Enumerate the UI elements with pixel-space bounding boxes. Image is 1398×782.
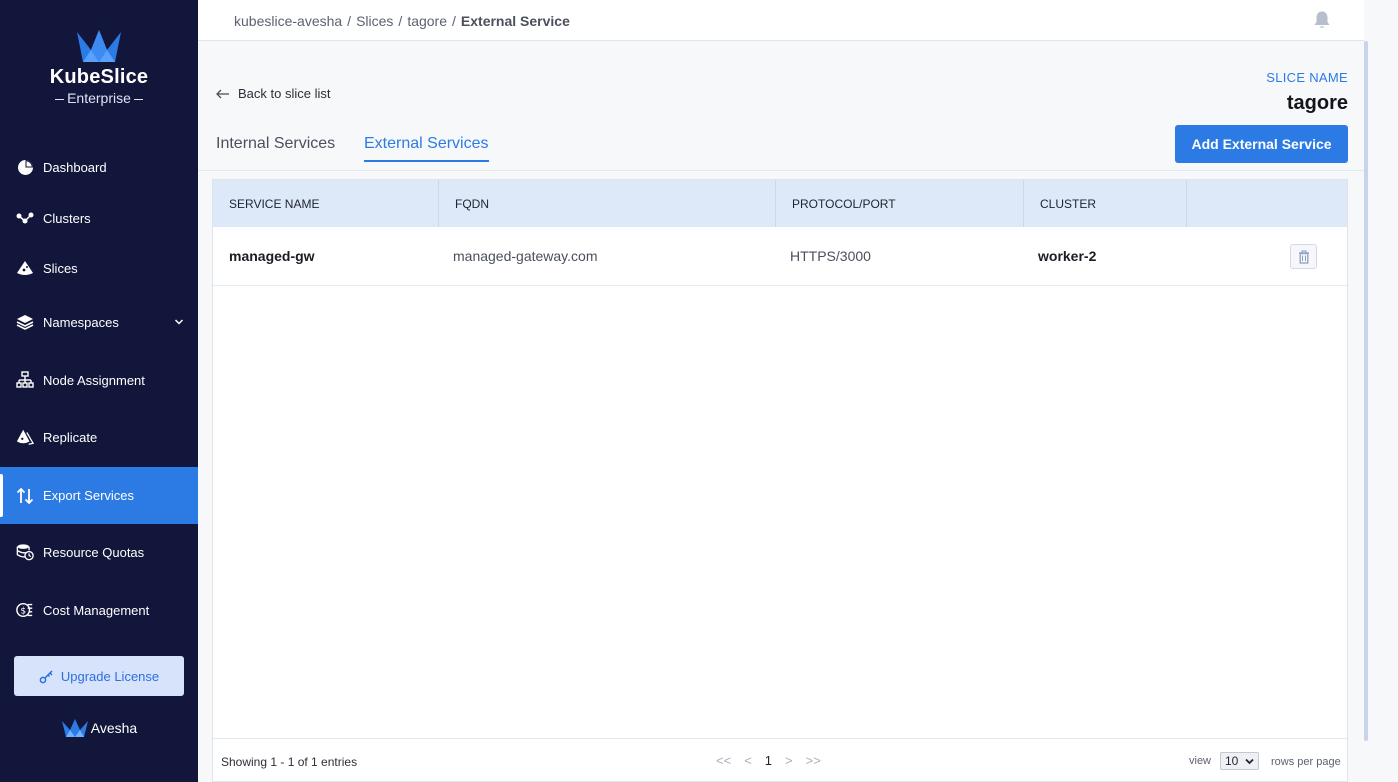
pagination: << < 1 > >> — [716, 753, 821, 768]
current-page[interactable]: 1 — [765, 753, 772, 768]
upgrade-license-button[interactable]: Upgrade License — [14, 656, 184, 696]
cell-fqdn: managed-gateway.com — [453, 248, 598, 264]
svg-text:$: $ — [20, 607, 26, 617]
breadcrumb-item[interactable]: tagore — [407, 13, 447, 29]
avesha-logo: Avesha — [0, 718, 198, 738]
sidebar: KubeSlice Enterprise Dashboard Clusters … — [0, 0, 198, 782]
cell-protocol-port: HTTPS/3000 — [790, 248, 871, 264]
header-divider — [198, 170, 1364, 171]
sidebar-item-clusters[interactable]: Clusters — [0, 198, 198, 238]
breadcrumb-current: External Service — [460, 13, 570, 29]
sidebar-item-label: Clusters — [43, 210, 91, 226]
quota-icon — [16, 543, 34, 561]
sidebar-item-label: Resource Quotas — [43, 544, 145, 560]
sidebar-item-node-assignment[interactable]: Node Assignment — [0, 360, 198, 400]
column-header-fqdn: FQDN — [439, 180, 776, 227]
rows-per-page-value: 10 — [1225, 754, 1239, 768]
notification-bell-icon[interactable] — [1313, 10, 1331, 35]
external-services-table: SERVICE NAME FQDN PROTOCOL/PORT CLUSTER … — [212, 179, 1348, 782]
upgrade-license-label: Upgrade License — [60, 668, 160, 684]
pie-chart-icon — [16, 158, 34, 176]
sidebar-item-label: Export Services — [43, 488, 135, 503]
cell-cluster: worker-2 — [1038, 248, 1097, 264]
entries-count: Showing 1 - 1 of 1 entries — [221, 755, 358, 769]
replicate-icon — [16, 428, 34, 446]
prev-page-button[interactable]: < — [744, 753, 752, 768]
arrow-left-icon — [216, 89, 229, 98]
brand-name: KubeSlice — [49, 66, 149, 88]
sidebar-item-label: Cost Management — [43, 602, 150, 618]
sidebar-item-resource-quotas[interactable]: Resource Quotas — [0, 532, 198, 572]
hierarchy-icon — [16, 371, 34, 389]
avesha-crown-icon — [61, 719, 88, 737]
sidebar-item-dashboard[interactable]: Dashboard — [0, 147, 198, 187]
column-header-service-name: SERVICE NAME — [213, 180, 439, 227]
scrollbar-thumb[interactable] — [1364, 41, 1368, 741]
breadcrumb-item[interactable]: kubeslice-avesha — [234, 13, 342, 29]
sidebar-item-namespaces[interactable]: Namespaces — [0, 302, 198, 342]
sidebar-item-cost-management[interactable]: $ Cost Management — [0, 590, 198, 630]
add-external-service-button[interactable]: Add External Service — [1175, 125, 1348, 163]
last-page-button[interactable]: >> — [806, 753, 821, 768]
layers-icon — [16, 313, 34, 331]
sidebar-item-label: Replicate — [43, 429, 98, 445]
view-label: view — [1189, 755, 1212, 767]
column-header-actions — [1187, 180, 1347, 227]
breadcrumb-item[interactable]: Slices — [356, 13, 393, 29]
chevron-down-icon — [1245, 758, 1254, 765]
logo: KubeSlice Enterprise — [0, 28, 198, 106]
sidebar-item-label: Namespaces — [43, 314, 119, 330]
breadcrumb-separator: / — [398, 13, 403, 29]
breadcrumb-separator: / — [347, 13, 352, 29]
column-header-cluster: CLUSTER — [1024, 180, 1187, 227]
brand-edition: Enterprise — [0, 90, 198, 106]
tab-internal-services[interactable]: Internal Services — [216, 135, 335, 160]
column-header-protocol-port: PROTOCOL/PORT — [776, 180, 1024, 227]
back-to-slice-list-link[interactable]: Back to slice list — [216, 86, 330, 101]
top-bar: kubeslice-avesha / Slices / tagore / External … — [198, 0, 1364, 41]
company-name: Avesha — [90, 720, 138, 736]
slice-name-label: SLICE NAME — [1266, 70, 1348, 85]
rows-per-page-label: rows per page — [1271, 756, 1341, 768]
tab-external-services[interactable]: External Services — [364, 135, 489, 162]
table-header: SERVICE NAME FQDN PROTOCOL/PORT CLUSTER — [213, 180, 1347, 227]
breadcrumb: kubeslice-avesha / Slices / tagore / External … — [234, 13, 570, 29]
cell-service-name: managed-gw — [229, 248, 315, 264]
slice-icon — [16, 259, 34, 277]
cluster-nodes-icon — [16, 209, 34, 227]
breadcrumb-separator: / — [452, 13, 456, 29]
chevron-down-icon — [174, 315, 184, 330]
table-footer: Showing 1 - 1 of 1 entries << < 1 > >> v… — [213, 738, 1347, 782]
delete-button[interactable] — [1290, 244, 1317, 269]
slice-name-value: tagore — [1286, 92, 1348, 114]
next-page-button[interactable]: > — [785, 753, 793, 768]
back-label: Back to slice list — [238, 86, 331, 101]
rows-per-page-select[interactable]: 10 — [1220, 752, 1259, 770]
sidebar-item-label: Dashboard — [43, 159, 107, 175]
kubeslice-crown-icon — [77, 30, 121, 62]
key-icon — [39, 669, 53, 683]
sidebar-item-label: Node Assignment — [43, 372, 145, 388]
arrows-up-down-icon — [16, 487, 34, 505]
sidebar-item-label: Slices — [43, 260, 78, 276]
table-row: managed-gw managed-gateway.com HTTPS/300… — [213, 227, 1347, 286]
sidebar-item-replicate[interactable]: Replicate — [0, 417, 198, 457]
coins-icon: $ — [16, 601, 34, 619]
trash-icon — [1298, 249, 1309, 264]
sidebar-item-export-services[interactable]: Export Services — [0, 467, 198, 524]
first-page-button[interactable]: << — [716, 753, 731, 768]
sidebar-item-slices[interactable]: Slices — [0, 248, 198, 288]
